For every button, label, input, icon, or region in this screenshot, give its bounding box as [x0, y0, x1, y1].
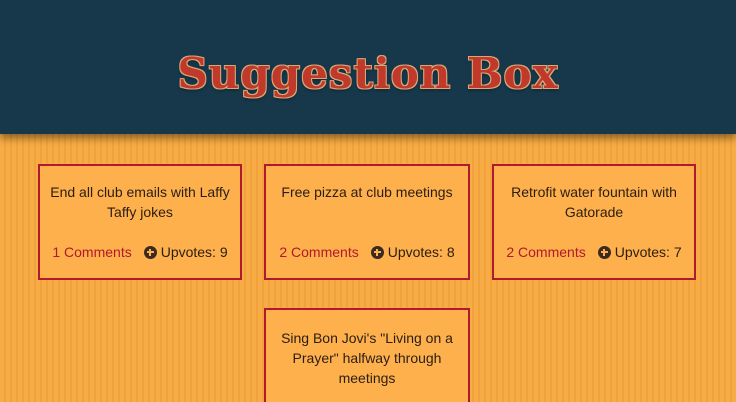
card-footer: 2 Comments Upvotes: 7: [494, 242, 694, 262]
suggestion-card: End all club emails with Laffy Taffy jok…: [38, 164, 242, 280]
page-header: Suggestion Box: [0, 0, 736, 134]
upvote-button[interactable]: Upvotes: 9: [143, 242, 228, 262]
card-footer: 1 Comments Upvotes: 9: [40, 242, 240, 262]
suggestion-card: Free pizza at club meetings 2 Comments U…: [264, 164, 470, 280]
page-title: Suggestion Box: [177, 49, 559, 98]
comments-link[interactable]: 2 Comments: [506, 242, 585, 262]
upvote-button[interactable]: Upvotes: 7: [597, 242, 682, 262]
upvotes-count: Upvotes: 9: [160, 244, 228, 260]
suggestion-text: End all club emails with Laffy Taffy jok…: [50, 184, 230, 220]
suggestion-text: Sing Bon Jovi's "Living on a Prayer" hal…: [281, 330, 453, 386]
plus-circle-icon[interactable]: [597, 245, 611, 259]
suggestion-text: Free pizza at club meetings: [281, 184, 453, 200]
upvotes-count: Upvotes: 8: [387, 244, 455, 260]
card-footer: 2 Comments Upvotes: 8: [266, 242, 468, 262]
comments-link[interactable]: 1 Comments: [52, 242, 131, 262]
plus-circle-icon[interactable]: [370, 245, 384, 259]
upvotes-count: Upvotes: 7: [614, 244, 682, 260]
plus-circle-icon[interactable]: [143, 245, 157, 259]
suggestion-card: Retrofit water fountain with Gatorade 2 …: [492, 164, 696, 280]
comments-link[interactable]: 2 Comments: [279, 242, 358, 262]
suggestion-card: Sing Bon Jovi's "Living on a Prayer" hal…: [264, 308, 470, 402]
suggestion-text: Retrofit water fountain with Gatorade: [511, 184, 677, 220]
upvote-button[interactable]: Upvotes: 8: [370, 242, 455, 262]
